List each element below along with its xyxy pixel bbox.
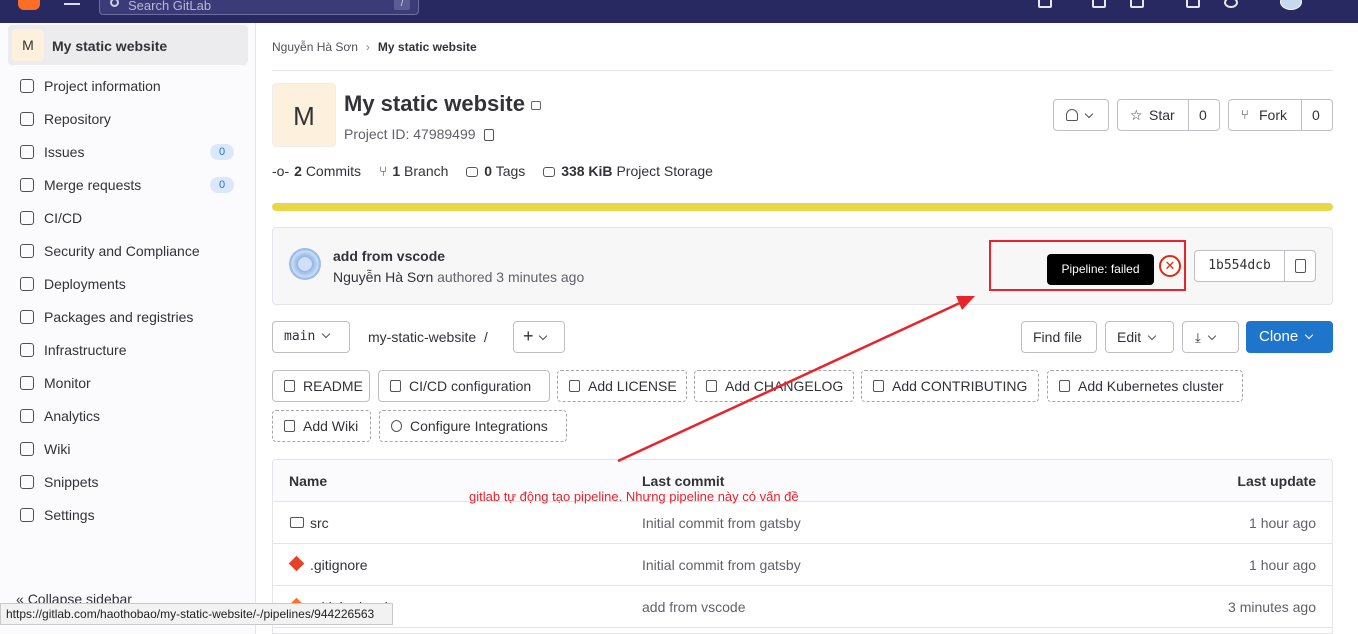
annotation-arrow <box>617 296 975 463</box>
status-bar-url: https://gitlab.com/haothobao/my-static-w… <box>0 603 393 625</box>
annotation-text: gitlab tự động tạo pipeline. Nhưng pipel… <box>469 489 799 504</box>
